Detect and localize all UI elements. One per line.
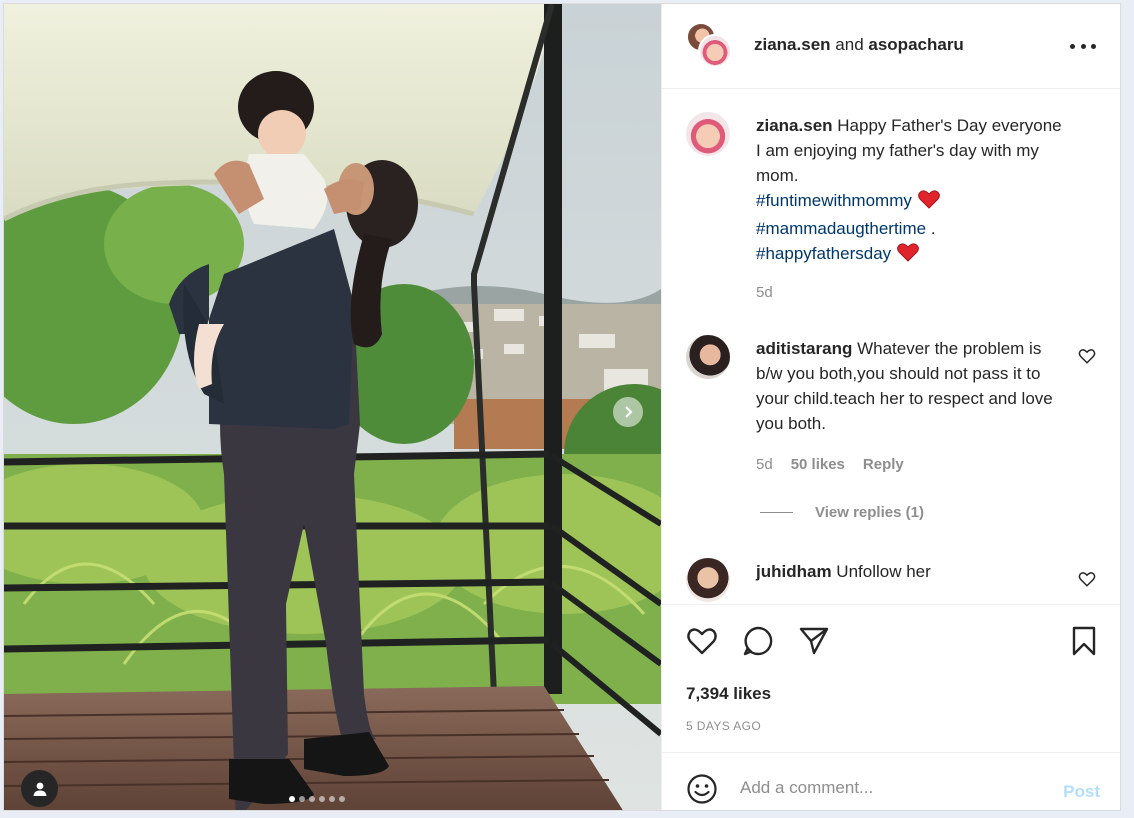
avatar[interactable]	[686, 558, 730, 602]
comment-like-button[interactable]	[1078, 570, 1096, 588]
comment: aditistarang Whatever the problem is b/w…	[662, 333, 1120, 523]
carousel-dot	[319, 796, 325, 802]
photo-illustration	[4, 4, 661, 810]
comment-time[interactable]: 5d	[756, 456, 773, 473]
chevron-right-icon	[625, 406, 633, 418]
post-authors: ziana.sen and asopacharu	[754, 35, 964, 55]
view-replies-button[interactable]: View replies (1)	[760, 504, 924, 521]
author-username[interactable]: ziana.sen	[754, 35, 831, 54]
red-heart-emoji	[918, 190, 940, 216]
comment-body: Unfollow her	[836, 562, 931, 581]
caption-username[interactable]: ziana.sen	[756, 116, 833, 135]
carousel-dot	[339, 796, 345, 802]
comments-list[interactable]: ziana.sen Happy Father's Day everyone I …	[662, 90, 1120, 603]
hashtag-link[interactable]: #mammadaugthertime	[756, 219, 926, 238]
smiley-icon[interactable]	[686, 773, 718, 805]
avatar[interactable]	[686, 335, 730, 379]
post-photo[interactable]	[4, 4, 661, 810]
comment: juhidham Unfollow her	[662, 556, 1120, 603]
post-timestamp[interactable]: 5 DAYS AGO	[686, 719, 761, 733]
carousel-dot-active	[289, 796, 295, 802]
avatar	[698, 34, 732, 68]
reply-button[interactable]: Reply	[863, 456, 904, 473]
post-header: ziana.sen and asopacharu	[662, 4, 1120, 89]
author-joiner: and	[835, 35, 864, 54]
caption-time[interactable]: 5d	[756, 284, 773, 301]
comment-like-button[interactable]	[1078, 347, 1096, 365]
post-actions: 7,394 likes 5 DAYS AGO	[662, 604, 1120, 752]
heart-outline-icon[interactable]	[686, 625, 718, 657]
carousel-dot	[299, 796, 305, 802]
tagged-users-button[interactable]	[21, 770, 58, 807]
carousel-indicator	[289, 796, 345, 802]
more-options-button[interactable]	[1070, 36, 1096, 56]
next-slide-button[interactable]	[613, 397, 643, 427]
view-replies-label: View replies (1)	[815, 504, 924, 521]
bookmark-icon[interactable]	[1068, 625, 1100, 657]
post-details-panel: ziana.sen and asopacharu ziana.sen Happy…	[661, 4, 1120, 810]
comment-text: juhidham Unfollow her	[756, 559, 1071, 584]
more-horizontal-icon	[1070, 43, 1075, 49]
comment-username[interactable]: aditistarang	[756, 339, 852, 358]
carousel-dot	[329, 796, 335, 802]
comment-text: aditistarang Whatever the problem is b/w…	[756, 336, 1071, 436]
person-icon	[33, 782, 46, 796]
page-edge	[1124, 0, 1134, 818]
comment-username[interactable]: juhidham	[756, 562, 832, 581]
collaborator-username[interactable]: asopacharu	[868, 35, 963, 54]
caption-text: ziana.sen Happy Father's Day everyone I …	[756, 113, 1071, 269]
hashtag-link[interactable]: #funtimewithmommy	[756, 191, 912, 210]
paper-plane-icon[interactable]	[798, 625, 830, 657]
caption: ziana.sen Happy Father's Day everyone I …	[662, 110, 1120, 310]
carousel-dot	[309, 796, 315, 802]
comment-likes[interactable]: 50 likes	[791, 456, 845, 473]
hashtag-link[interactable]: #happyfathersday	[756, 244, 891, 263]
caption-meta: 5d	[756, 284, 773, 301]
red-heart-emoji	[897, 243, 920, 269]
likes-count[interactable]: 7,394 likes	[686, 684, 771, 704]
instagram-post-window: ziana.sen and asopacharu ziana.sen Happy…	[3, 3, 1121, 811]
comment-bubble-icon[interactable]	[742, 625, 774, 657]
avatar[interactable]	[686, 112, 730, 156]
comment-meta: 5d 50 likes Reply	[756, 456, 904, 473]
divider-line	[760, 512, 793, 513]
hashtag-separator: .	[930, 219, 936, 238]
comment-input[interactable]	[740, 770, 1040, 806]
add-comment-bar: Post	[662, 752, 1120, 810]
post-comment-button[interactable]: Post	[1063, 782, 1100, 802]
collab-avatars[interactable]	[686, 22, 734, 70]
